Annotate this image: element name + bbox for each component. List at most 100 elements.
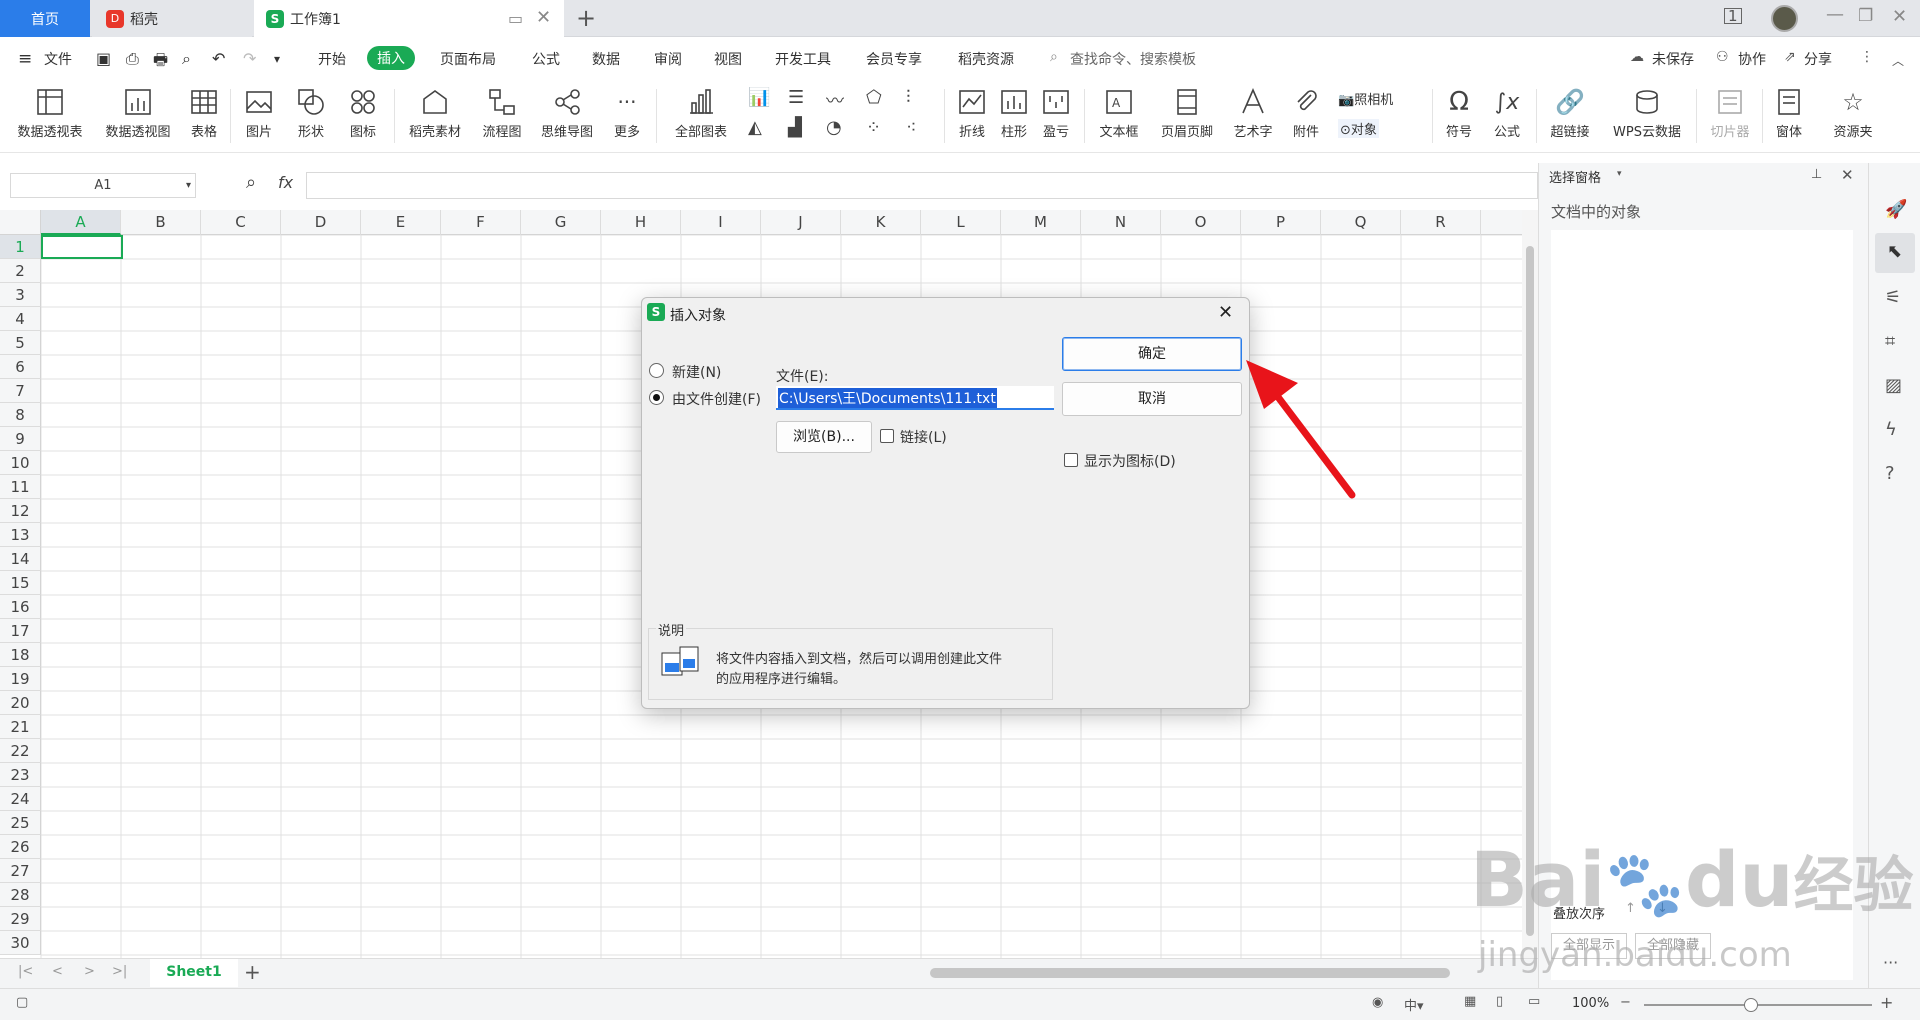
cancel-button[interactable]: 取消 xyxy=(1062,382,1242,416)
column-header-q[interactable]: Q xyxy=(1321,210,1401,235)
row-header-30[interactable]: 30 xyxy=(0,931,41,955)
ok-button[interactable]: 确定 xyxy=(1062,337,1242,371)
zoom-search-icon[interactable]: ⌕ xyxy=(246,172,256,193)
row-header-1[interactable]: 1 xyxy=(0,235,41,259)
row-header-10[interactable]: 10 xyxy=(0,451,41,475)
stock-chart-icon[interactable]: ⫶ xyxy=(906,87,911,108)
row-header-24[interactable]: 24 xyxy=(0,787,41,811)
prev-sheet-icon[interactable]: < xyxy=(52,964,63,979)
display-as-icon-checkbox[interactable] xyxy=(1064,453,1078,467)
input-mode-icon[interactable]: 中▾ xyxy=(1404,995,1424,1014)
row-header-27[interactable]: 27 xyxy=(0,859,41,883)
row-header-20[interactable]: 20 xyxy=(0,691,41,715)
first-sheet-icon[interactable]: |< xyxy=(18,964,33,979)
row-header-19[interactable]: 19 xyxy=(0,667,41,691)
menu-file[interactable]: 文件 xyxy=(44,49,72,69)
from-file-radio[interactable] xyxy=(649,390,664,405)
symbol-button[interactable]: Ω 符号 xyxy=(1436,83,1482,149)
radar-chart-icon[interactable]: ⬠ xyxy=(866,87,882,108)
column-header-j[interactable]: J xyxy=(761,210,841,235)
slicer-button[interactable]: 切片器 xyxy=(1700,83,1760,149)
collab-button[interactable]: 协作 xyxy=(1738,49,1766,69)
pin-tab-icon[interactable]: ▭ xyxy=(508,9,523,28)
next-sheet-icon[interactable]: > xyxy=(84,964,95,979)
eye-protection-icon[interactable]: ◉ xyxy=(1372,995,1383,1010)
row-header-14[interactable]: 14 xyxy=(0,547,41,571)
crop-icon[interactable]: ⌗ xyxy=(1885,331,1895,352)
chevron-down-icon[interactable]: ▾ xyxy=(186,174,191,197)
picture-button[interactable]: 图片 xyxy=(236,83,282,149)
row-header-5[interactable]: 5 xyxy=(0,331,41,355)
table-button[interactable]: 表格 xyxy=(184,83,224,149)
zoom-in-icon[interactable]: + xyxy=(1880,993,1893,1012)
column-header-a[interactable]: A xyxy=(41,210,121,235)
all-charts-button[interactable]: 全部图表 xyxy=(664,83,738,149)
column-header-e[interactable]: E xyxy=(361,210,441,235)
hyperlink-button[interactable]: 🔗 超链接 xyxy=(1540,83,1600,149)
browse-button[interactable]: 浏览(B)... xyxy=(776,421,872,453)
menu-insert[interactable]: 插入 xyxy=(367,46,415,70)
bar-chart-icon[interactable]: ☰ xyxy=(788,87,804,108)
combo-chart-icon[interactable]: ⁖ xyxy=(906,117,917,138)
new-tab-icon[interactable]: + xyxy=(576,4,596,32)
close-pane-icon[interactable]: ✕ xyxy=(1841,166,1854,184)
selected-cell-a1[interactable] xyxy=(41,235,123,259)
wordart-button[interactable]: 艺术字 xyxy=(1224,83,1282,149)
share-button[interactable]: 分享 xyxy=(1804,49,1832,69)
row-header-6[interactable]: 6 xyxy=(0,355,41,379)
more-options-icon[interactable]: ⋮ xyxy=(1860,49,1874,65)
tab-daoke[interactable]: D 稻壳 xyxy=(92,0,252,37)
row-header-26[interactable]: 26 xyxy=(0,835,41,859)
command-search[interactable]: 查找命令、搜索模板 xyxy=(1070,49,1196,69)
flowchart-button[interactable]: 流程图 xyxy=(474,83,530,149)
menu-daoke-resources[interactable]: 稻壳资源 xyxy=(958,49,1014,69)
row-header-18[interactable]: 18 xyxy=(0,643,41,667)
row-header-11[interactable]: 11 xyxy=(0,475,41,499)
more-tools-icon[interactable]: ··· xyxy=(1883,953,1898,972)
new-radio[interactable] xyxy=(649,363,664,378)
pivot-table-button[interactable]: 数据透视表 xyxy=(10,83,90,149)
sparkline-winloss-button[interactable]: 盈亏 xyxy=(1036,83,1076,149)
quick-access-dropdown-icon[interactable]: ▾ xyxy=(274,52,280,66)
close-dialog-icon[interactable]: ✕ xyxy=(1218,302,1233,323)
tab-home[interactable]: 首页 xyxy=(0,0,90,37)
zoom-slider-handle[interactable] xyxy=(1744,998,1758,1012)
row-header-21[interactable]: 21 xyxy=(0,715,41,739)
formula-input[interactable] xyxy=(306,172,1538,199)
column-header-i[interactable]: I xyxy=(681,210,761,235)
column-header-p[interactable]: P xyxy=(1241,210,1321,235)
column-header-k[interactable]: K xyxy=(841,210,921,235)
column-header-h[interactable]: H xyxy=(601,210,681,235)
row-header-22[interactable]: 22 xyxy=(0,739,41,763)
menu-data[interactable]: 数据 xyxy=(592,49,620,69)
more-button[interactable]: ··· 更多 xyxy=(604,83,650,149)
restore-icon[interactable]: ❐ xyxy=(1858,6,1873,26)
column-header-b[interactable]: B xyxy=(121,210,201,235)
fx-icon[interactable]: fx xyxy=(278,173,293,192)
unsaved-status[interactable]: 未保存 xyxy=(1652,49,1694,69)
pivot-chart-button[interactable]: 数据透视图 xyxy=(98,83,178,149)
row-header-8[interactable]: 8 xyxy=(0,403,41,427)
row-header-12[interactable]: 12 xyxy=(0,499,41,523)
column-chart-icon[interactable]: 📊 xyxy=(748,87,770,108)
hamburger-icon[interactable]: ≡ xyxy=(18,49,32,69)
daoke-material-button[interactable]: 稻壳素材 xyxy=(400,83,470,149)
redo-icon[interactable]: ↷ xyxy=(243,49,256,68)
window-count-icon[interactable]: 1 xyxy=(1724,8,1742,24)
column-header-g[interactable]: G xyxy=(521,210,601,235)
row-header-29[interactable]: 29 xyxy=(0,907,41,931)
zoom-out-icon[interactable]: − xyxy=(1620,995,1631,1010)
column-header-c[interactable]: C xyxy=(201,210,281,235)
menu-formula[interactable]: 公式 xyxy=(532,49,560,69)
name-box[interactable]: A1 ▾ xyxy=(10,173,196,198)
save-icon[interactable]: ▣ xyxy=(96,49,111,68)
row-header-16[interactable]: 16 xyxy=(0,595,41,619)
column-header-o[interactable]: O xyxy=(1161,210,1241,235)
mindmap-button[interactable]: 思维导图 xyxy=(534,83,600,149)
link-checkbox[interactable] xyxy=(880,429,894,443)
file-path-input[interactable]: C:\Users\王\Documents\111.txt xyxy=(776,386,1054,410)
icon-library-button[interactable]: 图标 xyxy=(340,83,386,149)
scatter-chart-icon[interactable]: ⁘ xyxy=(866,117,881,138)
close-window-icon[interactable]: ✕ xyxy=(1892,6,1907,27)
header-footer-button[interactable]: 页眉页脚 xyxy=(1154,83,1220,149)
